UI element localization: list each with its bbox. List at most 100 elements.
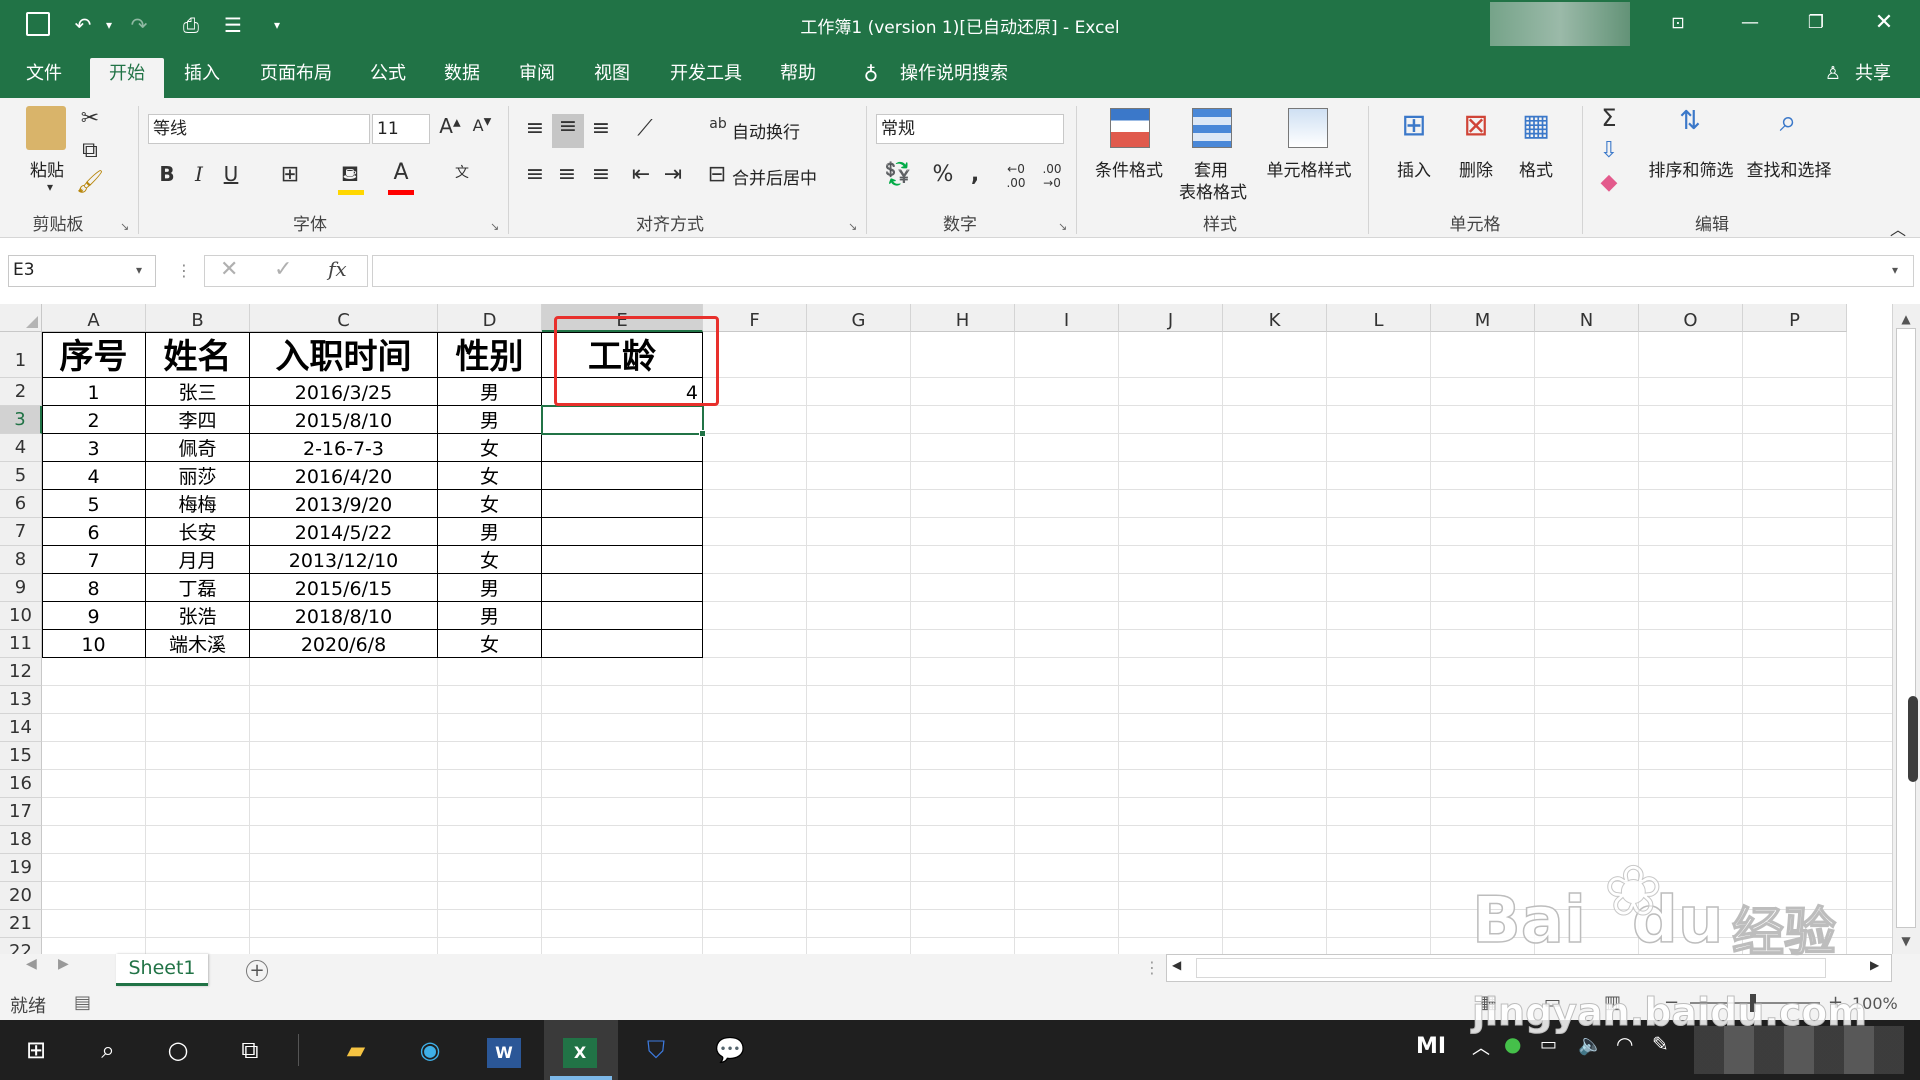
- table-cell[interactable]: 佩奇: [146, 434, 250, 462]
- table-cell[interactable]: 2015/6/15: [250, 574, 438, 602]
- table-cell[interactable]: 端木溪: [146, 630, 250, 658]
- column-header-a[interactable]: A: [42, 304, 146, 332]
- worksheet-grid[interactable]: ABCDEFGHIJKLMNOP 1 2 3 4 5 6 7 8 9 10 11 12 13 14 15 16…: [0, 304, 1920, 966]
- align-right-icon[interactable]: ≡: [586, 162, 616, 187]
- zoom-in-icon[interactable]: +: [1828, 992, 1843, 1013]
- format-as-table-line2[interactable]: 表格格式: [1168, 178, 1258, 203]
- row-header-10[interactable]: 10: [0, 602, 42, 630]
- table-cell[interactable]: 男: [438, 406, 542, 434]
- table-cell[interactable]: 4: [42, 462, 146, 490]
- scroll-down-icon[interactable]: ▼: [1894, 934, 1918, 948]
- font-name-box[interactable]: 等线: [148, 114, 370, 144]
- table-cell[interactable]: 梅梅: [146, 490, 250, 518]
- table-cell[interactable]: 月月: [146, 546, 250, 574]
- row-header-6[interactable]: 6: [0, 490, 42, 518]
- wechat-icon[interactable]: 💬: [702, 1026, 758, 1074]
- cut-icon[interactable]: ✂: [76, 106, 104, 131]
- table-cell[interactable]: 5: [42, 490, 146, 518]
- font-size-box[interactable]: 11: [372, 114, 430, 144]
- copy-icon[interactable]: ⧉: [76, 138, 104, 163]
- table-cell[interactable]: 男: [438, 518, 542, 546]
- formula-input[interactable]: [372, 255, 1914, 287]
- delete-cells-button[interactable]: 删除: [1452, 156, 1500, 181]
- row-header-11[interactable]: 11: [0, 630, 42, 658]
- tray-wechat-icon[interactable]: ●: [1504, 1032, 1521, 1056]
- row-header-16[interactable]: 16: [0, 770, 42, 798]
- user-avatar[interactable]: [1490, 2, 1630, 46]
- tab-view[interactable]: 视图: [580, 58, 644, 98]
- table-cell[interactable]: 丁磊: [146, 574, 250, 602]
- font-launcher-icon[interactable]: ↘: [490, 220, 499, 233]
- windows-start-icon[interactable]: ⊞: [8, 1026, 64, 1074]
- pen-icon[interactable]: ✎: [1652, 1032, 1669, 1056]
- decrease-decimal-icon[interactable]: .00 →0: [1036, 162, 1068, 190]
- tab-developer[interactable]: 开发工具: [656, 58, 756, 98]
- comma-icon[interactable]: ,: [964, 162, 986, 187]
- column-header-i[interactable]: I: [1015, 304, 1119, 332]
- number-launcher-icon[interactable]: ↘: [1058, 220, 1067, 233]
- insert-function-icon[interactable]: fx: [328, 257, 347, 281]
- phonetic-icon[interactable]: 文: [446, 162, 478, 182]
- table-cell[interactable]: 女: [438, 546, 542, 574]
- cell-styles-button[interactable]: 单元格样式: [1262, 156, 1356, 181]
- table-cell[interactable]: [542, 462, 703, 490]
- row-header-20[interactable]: 20: [0, 882, 42, 910]
- expand-formula-icon[interactable]: ▾: [1892, 263, 1898, 277]
- paste-icon[interactable]: [26, 106, 66, 150]
- xiaomi-icon[interactable]: MI: [1416, 1034, 1446, 1059]
- table-cell[interactable]: 女: [438, 630, 542, 658]
- column-header-k[interactable]: K: [1223, 304, 1327, 332]
- column-header-c[interactable]: C: [250, 304, 438, 332]
- row-header-1[interactable]: 1: [0, 332, 42, 378]
- row-header-15[interactable]: 15: [0, 742, 42, 770]
- row-header-5[interactable]: 5: [0, 462, 42, 490]
- sheet-tab-sheet1[interactable]: Sheet1: [116, 954, 208, 986]
- underline-icon[interactable]: U: [218, 162, 244, 186]
- table-cell[interactable]: 2-16-7-3: [250, 434, 438, 462]
- cortana-icon[interactable]: ○: [150, 1026, 206, 1074]
- zoom-slider-thumb[interactable]: [1750, 994, 1756, 1012]
- table-cell[interactable]: 女: [438, 462, 542, 490]
- volume-icon[interactable]: 🔈: [1578, 1032, 1603, 1056]
- zoom-out-icon[interactable]: −: [1664, 992, 1679, 1013]
- row-header-12[interactable]: 12: [0, 658, 42, 686]
- table-cell[interactable]: [542, 518, 703, 546]
- next-sheet-icon[interactable]: ▶: [58, 956, 69, 972]
- row-header-18[interactable]: 18: [0, 826, 42, 854]
- table-cell[interactable]: 2020/6/8: [250, 630, 438, 658]
- row-header-14[interactable]: 14: [0, 714, 42, 742]
- column-header-l[interactable]: L: [1327, 304, 1431, 332]
- row-header-4[interactable]: 4: [0, 434, 42, 462]
- row-header-2[interactable]: 2: [0, 378, 42, 406]
- vertical-scroll-thumb[interactable]: [1896, 328, 1916, 928]
- table-cell[interactable]: 丽莎: [146, 462, 250, 490]
- row-header-21[interactable]: 21: [0, 910, 42, 938]
- table-cell[interactable]: 2016/3/25: [250, 378, 438, 406]
- table-cell[interactable]: 2: [42, 406, 146, 434]
- paste-dropdown-icon[interactable]: ▾: [40, 180, 60, 194]
- table-cell[interactable]: 女: [438, 490, 542, 518]
- fill-handle[interactable]: [699, 430, 706, 437]
- scroll-right-icon[interactable]: ▶: [1870, 958, 1879, 972]
- autosum-icon[interactable]: Σ: [1594, 104, 1624, 132]
- row-header-17[interactable]: 17: [0, 798, 42, 826]
- table-cell[interactable]: [542, 490, 703, 518]
- row-header-19[interactable]: 19: [0, 854, 42, 882]
- table-cell[interactable]: 9: [42, 602, 146, 630]
- format-cells-button[interactable]: 格式: [1512, 156, 1560, 181]
- table-cell[interactable]: 2013/9/20: [250, 490, 438, 518]
- name-box[interactable]: E3: [8, 255, 156, 287]
- number-format-box[interactable]: 常规: [876, 114, 1064, 144]
- column-header-j[interactable]: J: [1119, 304, 1223, 332]
- tab-help[interactable]: 帮助: [766, 58, 830, 98]
- align-left-icon[interactable]: ≡: [520, 162, 550, 187]
- wifi-icon[interactable]: ◠: [1616, 1032, 1633, 1056]
- tab-page-layout[interactable]: 页面布局: [246, 58, 346, 98]
- table-cell[interactable]: 男: [438, 378, 542, 406]
- table-cell[interactable]: 10: [42, 630, 146, 658]
- row-header-3[interactable]: 3: [0, 406, 42, 434]
- close-icon[interactable]: ✕: [1852, 0, 1916, 48]
- minimize-icon[interactable]: —: [1718, 0, 1782, 48]
- alignment-launcher-icon[interactable]: ↘: [848, 220, 857, 233]
- table-header-cell[interactable]: 性别: [438, 332, 542, 378]
